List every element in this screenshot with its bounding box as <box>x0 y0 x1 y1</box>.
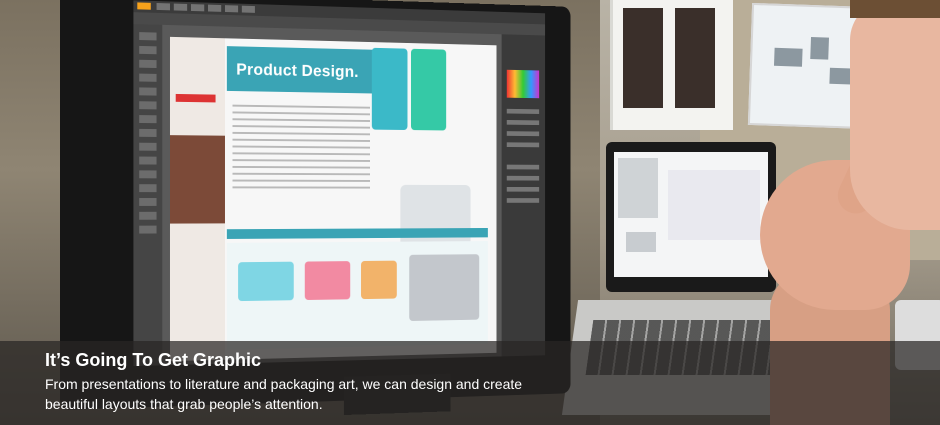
screen-headline: Product Design. <box>236 59 359 81</box>
person-face <box>850 0 940 230</box>
caption-strip <box>226 227 488 239</box>
swatches-panel <box>501 34 546 361</box>
product-row <box>226 241 488 350</box>
caption-body: From presentations to literature and pac… <box>45 376 523 412</box>
body-text-block <box>232 104 371 193</box>
tools-panel <box>133 24 163 367</box>
product-render-green <box>410 48 447 131</box>
design-app-screen: Product Design. <box>133 0 546 367</box>
brochure-artboard: Product Design. <box>169 36 497 362</box>
artboard-left-page <box>169 36 225 362</box>
caption-title: It’s Going To Get Graphic <box>45 350 262 370</box>
person-hair <box>850 0 940 18</box>
product-render-teal <box>371 47 408 131</box>
brochure-shelf <box>610 0 733 130</box>
hero-banner: Product Design. It’s Going To Get Graphi… <box>0 0 940 425</box>
laptop-screen <box>606 142 776 292</box>
